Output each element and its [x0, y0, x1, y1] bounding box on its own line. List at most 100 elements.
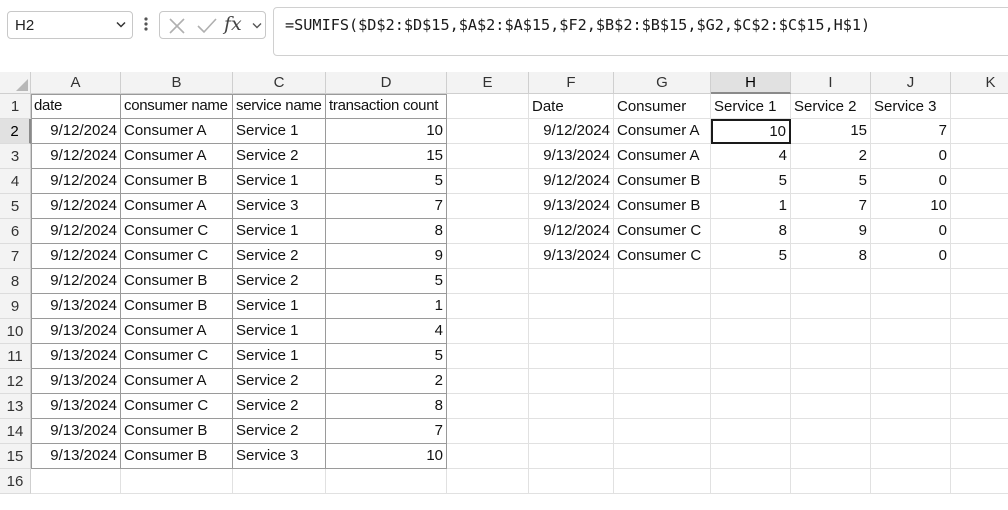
cell-i15[interactable] — [791, 444, 871, 469]
cell-k1[interactable] — [951, 94, 1008, 119]
cell-j7[interactable]: 0 — [871, 244, 951, 269]
cell-h7[interactable]: 5 — [711, 244, 791, 269]
cell-d7[interactable]: 9 — [326, 244, 447, 269]
cell-a15[interactable]: 9/13/2024 — [31, 444, 121, 469]
cell-k12[interactable] — [951, 369, 1008, 394]
cell-b7[interactable]: Consumer C — [121, 244, 233, 269]
cell-j14[interactable] — [871, 419, 951, 444]
cell-d16[interactable] — [326, 469, 447, 494]
cell-e4[interactable] — [447, 169, 529, 194]
cell-b16[interactable] — [121, 469, 233, 494]
cell-k11[interactable] — [951, 344, 1008, 369]
column-header-d[interactable]: D — [326, 72, 447, 94]
cell-d15[interactable]: 10 — [326, 444, 447, 469]
cell-g15[interactable] — [614, 444, 711, 469]
row-header-6[interactable]: 6 — [0, 219, 31, 244]
cell-i1[interactable]: Service 2 — [791, 94, 871, 119]
cell-j10[interactable] — [871, 319, 951, 344]
cell-h16[interactable] — [711, 469, 791, 494]
column-header-a[interactable]: A — [31, 72, 121, 94]
cell-g5[interactable]: Consumer B — [614, 194, 711, 219]
cell-j11[interactable] — [871, 344, 951, 369]
row-header-1[interactable]: 1 — [0, 94, 31, 119]
cell-e2[interactable] — [447, 119, 529, 144]
cell-a11[interactable]: 9/13/2024 — [31, 344, 121, 369]
column-header-j[interactable]: J — [871, 72, 951, 94]
cell-b14[interactable]: Consumer B — [121, 419, 233, 444]
row-header-4[interactable]: 4 — [0, 169, 31, 194]
cell-h8[interactable] — [711, 269, 791, 294]
cell-j8[interactable] — [871, 269, 951, 294]
row-header-7[interactable]: 7 — [0, 244, 31, 269]
cell-a12[interactable]: 9/13/2024 — [31, 369, 121, 394]
chevron-down-icon[interactable] — [116, 21, 126, 29]
row-header-12[interactable]: 12 — [0, 369, 31, 394]
cell-i12[interactable] — [791, 369, 871, 394]
cell-a2[interactable]: 9/12/2024 — [31, 119, 121, 144]
row-header-14[interactable]: 14 — [0, 419, 31, 444]
cell-d5[interactable]: 7 — [326, 194, 447, 219]
cell-i11[interactable] — [791, 344, 871, 369]
cell-f6[interactable]: 9/12/2024 — [529, 219, 614, 244]
cell-f5[interactable]: 9/13/2024 — [529, 194, 614, 219]
cell-g1[interactable]: Consumer — [614, 94, 711, 119]
cell-c12[interactable]: Service 2 — [233, 369, 326, 394]
cell-a13[interactable]: 9/13/2024 — [31, 394, 121, 419]
column-header-e[interactable]: E — [447, 72, 529, 94]
cell-b13[interactable]: Consumer C — [121, 394, 233, 419]
cell-d12[interactable]: 2 — [326, 369, 447, 394]
cell-d11[interactable]: 5 — [326, 344, 447, 369]
cell-h5[interactable]: 1 — [711, 194, 791, 219]
cell-c5[interactable]: Service 3 — [233, 194, 326, 219]
select-all-button[interactable] — [0, 72, 31, 94]
cell-g9[interactable] — [614, 294, 711, 319]
column-header-i[interactable]: I — [791, 72, 871, 94]
cell-k13[interactable] — [951, 394, 1008, 419]
cell-a5[interactable]: 9/12/2024 — [31, 194, 121, 219]
cell-c14[interactable]: Service 2 — [233, 419, 326, 444]
column-header-h[interactable]: H — [711, 72, 791, 94]
cell-f10[interactable] — [529, 319, 614, 344]
cell-e14[interactable] — [447, 419, 529, 444]
cell-c6[interactable]: Service 1 — [233, 219, 326, 244]
cell-f15[interactable] — [529, 444, 614, 469]
cell-i14[interactable] — [791, 419, 871, 444]
cell-h9[interactable] — [711, 294, 791, 319]
cell-b6[interactable]: Consumer C — [121, 219, 233, 244]
cell-i7[interactable]: 8 — [791, 244, 871, 269]
cell-j5[interactable]: 10 — [871, 194, 951, 219]
cell-d2[interactable]: 10 — [326, 119, 447, 144]
row-header-3[interactable]: 3 — [0, 144, 31, 169]
cell-d1[interactable]: transaction count — [326, 94, 447, 119]
cell-h10[interactable] — [711, 319, 791, 344]
cell-c11[interactable]: Service 1 — [233, 344, 326, 369]
cell-g12[interactable] — [614, 369, 711, 394]
cell-d8[interactable]: 5 — [326, 269, 447, 294]
cell-f2[interactable]: 9/12/2024 — [529, 119, 614, 144]
cell-h14[interactable] — [711, 419, 791, 444]
cell-k9[interactable] — [951, 294, 1008, 319]
cell-k4[interactable] — [951, 169, 1008, 194]
cell-c4[interactable]: Service 1 — [233, 169, 326, 194]
cell-k3[interactable] — [951, 144, 1008, 169]
cell-i5[interactable]: 7 — [791, 194, 871, 219]
cell-f7[interactable]: 9/13/2024 — [529, 244, 614, 269]
cell-h15[interactable] — [711, 444, 791, 469]
cell-e1[interactable] — [447, 94, 529, 119]
cell-f3[interactable]: 9/13/2024 — [529, 144, 614, 169]
cell-b12[interactable]: Consumer A — [121, 369, 233, 394]
cell-f13[interactable] — [529, 394, 614, 419]
cell-c8[interactable]: Service 2 — [233, 269, 326, 294]
cell-h3[interactable]: 4 — [711, 144, 791, 169]
cell-d3[interactable]: 15 — [326, 144, 447, 169]
cell-e15[interactable] — [447, 444, 529, 469]
cell-i13[interactable] — [791, 394, 871, 419]
cell-f14[interactable] — [529, 419, 614, 444]
cell-b15[interactable]: Consumer B — [121, 444, 233, 469]
cell-a8[interactable]: 9/12/2024 — [31, 269, 121, 294]
cell-g3[interactable]: Consumer A — [614, 144, 711, 169]
cell-h1[interactable]: Service 1 — [711, 94, 791, 119]
cell-e13[interactable] — [447, 394, 529, 419]
cell-a4[interactable]: 9/12/2024 — [31, 169, 121, 194]
cell-f9[interactable] — [529, 294, 614, 319]
